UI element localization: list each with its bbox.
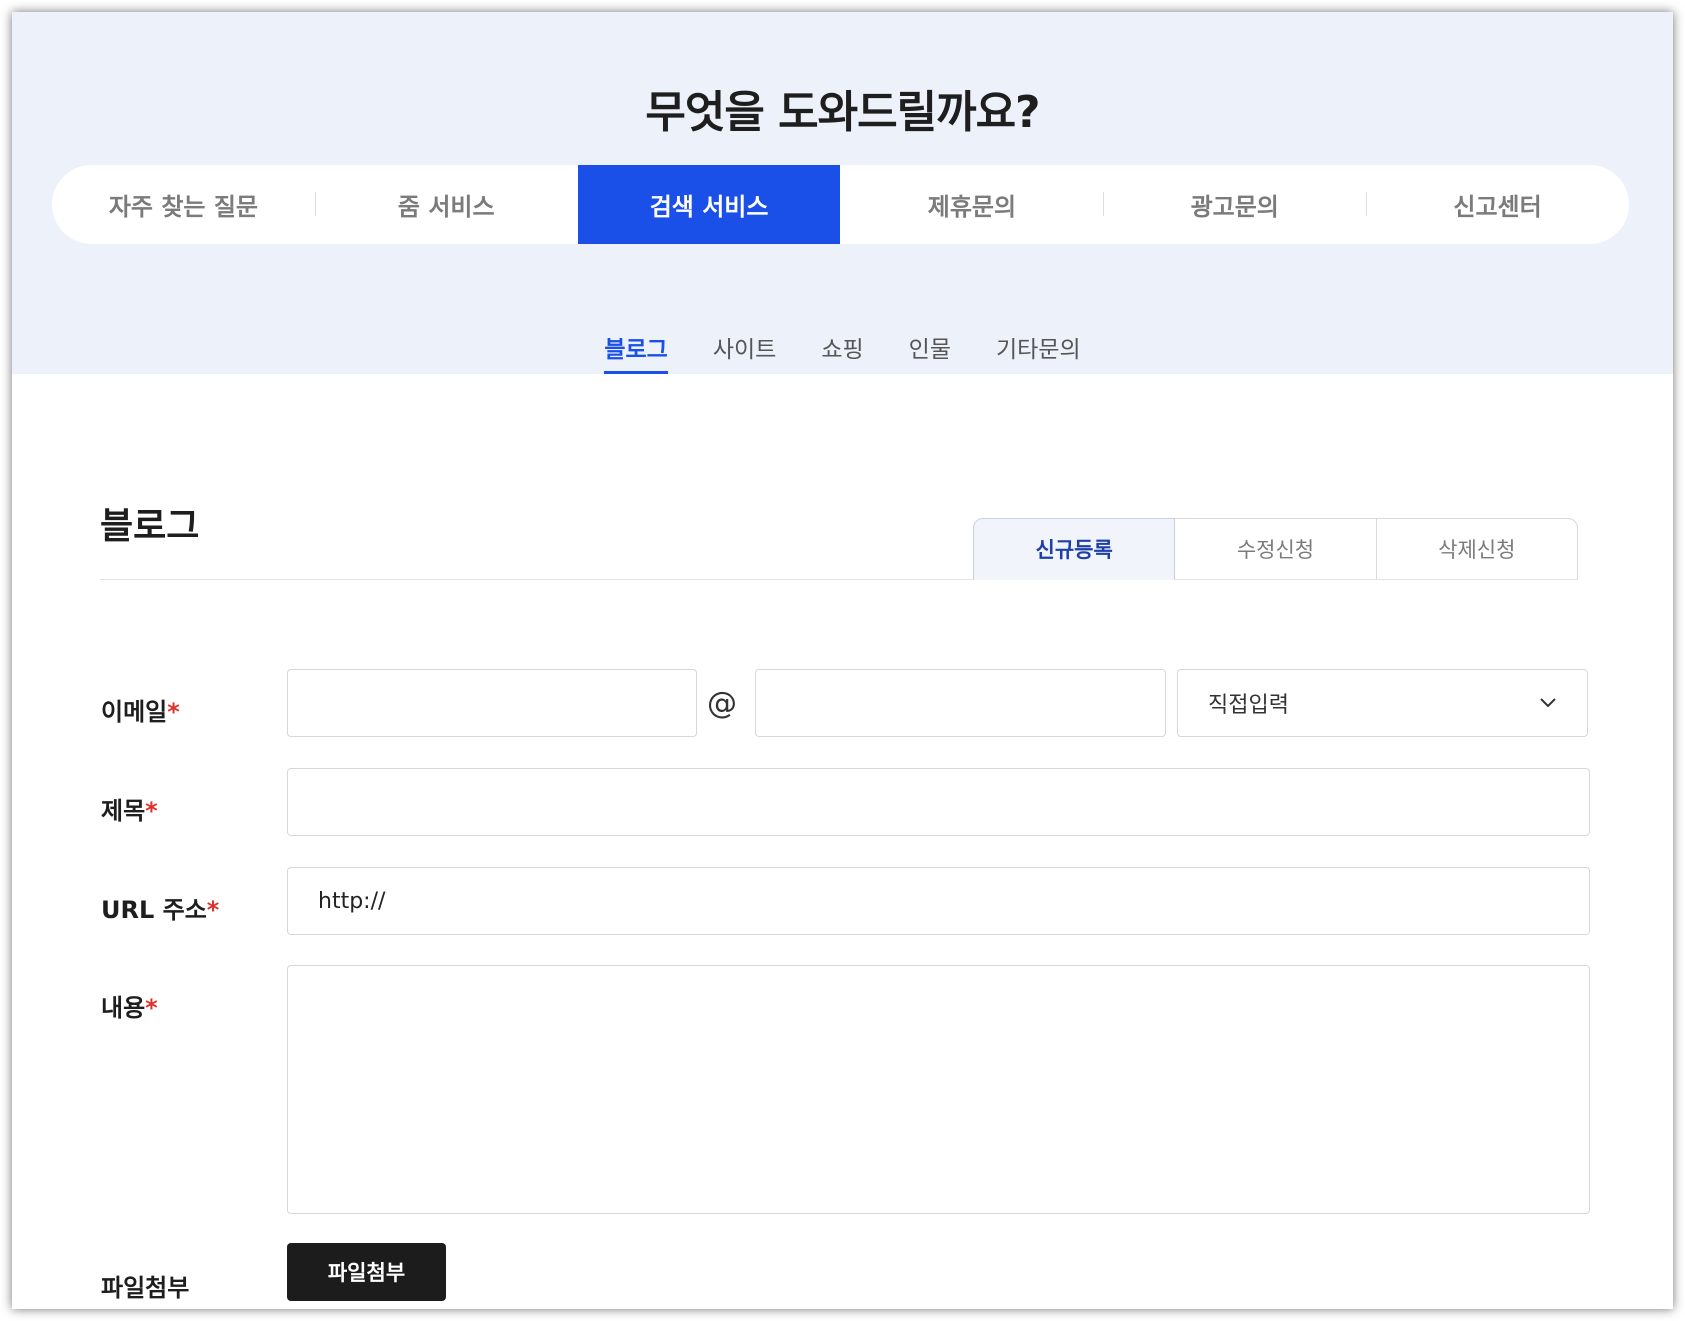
tab-modify-request[interactable]: 수정신청 [1174,518,1377,580]
attachment-label: 파일첨부 [101,1274,190,1302]
attach-file-button[interactable]: 파일첨부 [287,1243,446,1301]
tab-advertising[interactable]: 광고문의 [1103,165,1366,244]
page-frame: 무엇을 도와드릴까요? 자주 찾는 질문 줌 서비스 검색 서비스 제휴문의 광… [12,12,1673,1309]
email-domain-select-value: 직접입력 [1208,693,1289,718]
request-type-tabs: 신규등록 수정신청 삭제신청 [973,518,1578,580]
email-at-sign: @ [707,686,737,721]
tab-faq[interactable]: 자주 찾는 질문 [52,165,315,244]
tab-report-center[interactable]: 신고센터 [1366,165,1629,244]
required-mark: * [145,797,158,825]
subtab-other[interactable]: 기타문의 [996,330,1081,374]
section-divider [100,579,1578,580]
hero-banner: 무엇을 도와드릴까요? 자주 찾는 질문 줌 서비스 검색 서비스 제휴문의 광… [12,12,1673,374]
url-input[interactable] [287,867,1590,935]
email-label: 이메일* [101,698,180,726]
email-domain-select[interactable]: 직접입력 [1177,669,1588,737]
page-title: 무엇을 도와드릴까요? [645,87,1040,138]
tab-delete-request[interactable]: 삭제신청 [1375,518,1578,580]
url-label: URL 주소* [101,896,220,924]
content-textarea[interactable] [287,965,1590,1214]
required-mark: * [167,698,180,726]
tab-search-service[interactable]: 검색 서비스 [577,165,841,244]
chevron-down-icon [1539,697,1557,709]
subtab-people[interactable]: 인물 [909,330,951,374]
main-tab-bar: 자주 찾는 질문 줌 서비스 검색 서비스 제휴문의 광고문의 신고센터 [52,165,1629,244]
required-mark: * [145,994,158,1022]
tab-partnership[interactable]: 제휴문의 [840,165,1103,244]
email-domain-input[interactable] [755,669,1166,737]
subtab-blog[interactable]: 블로그 [604,330,669,374]
content-label: 내용* [101,994,158,1022]
tab-zum-service[interactable]: 줌 서비스 [314,165,578,244]
required-mark: * [206,896,220,924]
subtab-site[interactable]: 사이트 [713,330,776,374]
section-title: 블로그 [100,506,200,547]
tab-new-registration[interactable]: 신규등록 [973,518,1176,580]
subject-label: 제목* [101,797,158,825]
sub-tab-bar: 블로그 사이트 쇼핑 인물 기타문의 [12,330,1673,374]
subtab-shopping[interactable]: 쇼핑 [821,330,863,374]
subject-input[interactable] [287,768,1590,836]
email-local-input[interactable] [287,669,697,737]
